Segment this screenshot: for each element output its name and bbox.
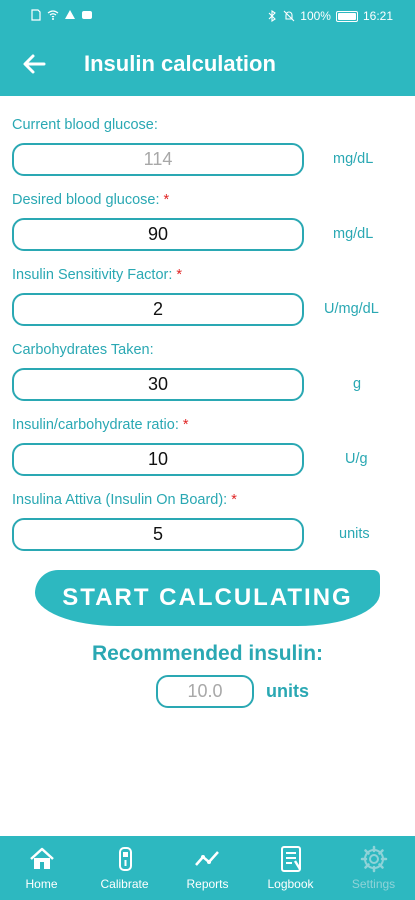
iob-label-text: Insulina Attiva (Insulin On Board): bbox=[12, 492, 228, 508]
required-marker: * bbox=[163, 192, 170, 208]
status-icons-left bbox=[30, 9, 93, 21]
sim-card-icon bbox=[31, 9, 41, 21]
nav-logbook-label: Logbook bbox=[267, 877, 314, 891]
bottom-navigation: Home Calibrate Reports Logbook Settings bbox=[0, 836, 415, 900]
recommended-insulin-unit: units bbox=[266, 681, 309, 701]
home-icon bbox=[29, 847, 54, 869]
page-title: Insulin calculation bbox=[84, 51, 276, 76]
current-glucose-unit: mg/dL bbox=[333, 151, 374, 167]
nav-calibrate-label: Calibrate bbox=[100, 877, 149, 891]
sensitivity-input[interactable]: 2 bbox=[12, 293, 304, 326]
carbs-input[interactable]: 30 bbox=[12, 368, 304, 401]
status-bar: 100% 16:21 bbox=[0, 0, 415, 34]
nav-reports-label: Reports bbox=[186, 877, 229, 891]
chart-line-icon bbox=[194, 851, 219, 866]
carbs-label: Carbohydrates Taken: bbox=[12, 342, 154, 358]
required-marker: * bbox=[231, 492, 237, 508]
battery-icon bbox=[335, 10, 358, 22]
nav-logbook[interactable]: Logbook bbox=[249, 836, 332, 900]
desired-glucose-input[interactable]: 90 bbox=[12, 218, 304, 251]
gear-icon bbox=[360, 845, 387, 873]
glucose-meter-icon bbox=[118, 847, 132, 871]
app-bar: Insulin calculation bbox=[0, 34, 415, 96]
current-glucose-label-text: Current blood glucose: bbox=[12, 117, 158, 133]
carbs-unit: g bbox=[353, 376, 362, 392]
ratio-input[interactable]: 10 bbox=[12, 443, 304, 476]
app-notification-icon bbox=[82, 11, 92, 19]
recommended-insulin-label: Recommended insulin: bbox=[91, 642, 324, 665]
sensitivity-unit: U/mg/dL bbox=[324, 301, 379, 317]
carbs-label-text: Carbohydrates Taken: bbox=[12, 342, 154, 358]
desired-glucose-unit: mg/dL bbox=[333, 226, 374, 242]
required-marker: * bbox=[176, 267, 183, 283]
iob-unit: units bbox=[339, 526, 370, 542]
notification-icon bbox=[65, 10, 75, 19]
wifi-icon bbox=[47, 10, 59, 20]
nav-reports[interactable]: Reports bbox=[166, 836, 249, 900]
battery-percent: 100% bbox=[300, 9, 331, 23]
ratio-label: Insulin/carbohydrate ratio: * bbox=[12, 417, 189, 433]
sensitivity-label: Insulin Sensitivity Factor: * bbox=[12, 267, 182, 283]
sensitivity-label-text: Insulin Sensitivity Factor: bbox=[12, 267, 173, 283]
recommended-insulin-output: 10.0 bbox=[156, 675, 254, 708]
nav-settings-label: Settings bbox=[351, 877, 396, 891]
required-marker: * bbox=[182, 417, 189, 433]
clock: 16:21 bbox=[362, 9, 393, 23]
desired-glucose-label: Desired blood glucose: * bbox=[12, 192, 169, 208]
nav-settings[interactable]: Settings bbox=[332, 836, 415, 900]
mute-icon bbox=[283, 10, 295, 22]
ratio-unit: U/g bbox=[345, 451, 368, 467]
logbook-icon bbox=[280, 846, 301, 872]
ratio-label-text: Insulin/carbohydrate ratio: bbox=[12, 417, 179, 433]
iob-input[interactable]: 5 bbox=[12, 518, 304, 551]
nav-home[interactable]: Home bbox=[0, 836, 83, 900]
nav-calibrate[interactable]: Calibrate bbox=[83, 836, 166, 900]
bluetooth-icon bbox=[268, 10, 277, 22]
back-arrow-icon[interactable] bbox=[20, 50, 48, 78]
current-glucose-label: Current blood glucose: bbox=[12, 117, 158, 133]
nav-home-label: Home bbox=[25, 877, 58, 891]
current-glucose-input[interactable]: 114 bbox=[12, 143, 304, 176]
start-calculating-button[interactable]: START CALCULATING bbox=[35, 570, 380, 626]
iob-label: Insulina Attiva (Insulin On Board): * bbox=[12, 492, 237, 508]
status-icons-right: 100% 16:21 bbox=[266, 9, 393, 23]
desired-glucose-label-text: Desired blood glucose: bbox=[12, 192, 160, 208]
